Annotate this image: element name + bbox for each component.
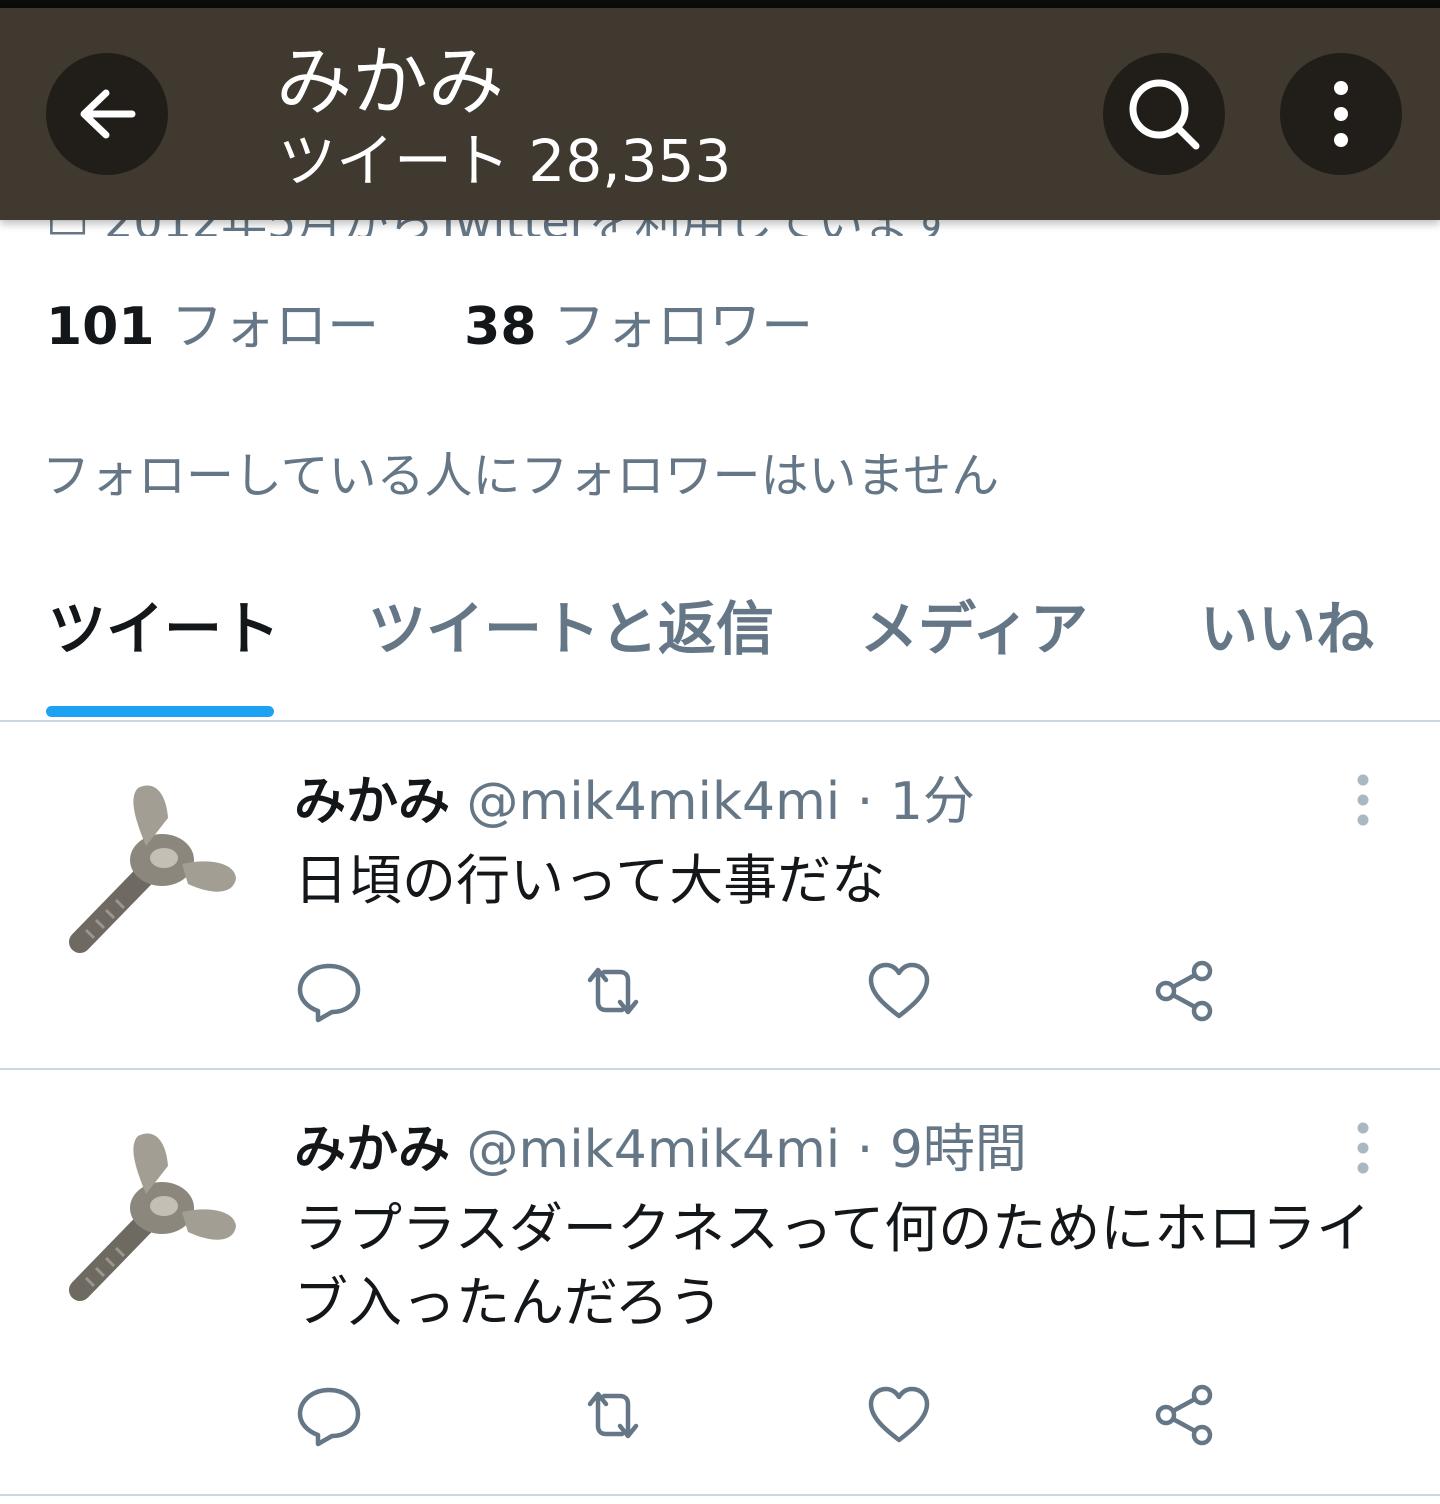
tweet-menu-icon[interactable]	[1340, 770, 1386, 830]
tweet-count: ツイート 28,353	[278, 127, 732, 195]
tab-tweets-and-replies[interactable]: ツイートと返信	[368, 594, 774, 664]
like-icon[interactable]	[864, 956, 934, 1026]
avatar[interactable]	[58, 1120, 248, 1310]
tab-media[interactable]: メディア	[860, 594, 1088, 664]
active-tab-indicator	[46, 706, 274, 717]
retweet-icon[interactable]	[578, 956, 648, 1026]
reply-icon[interactable]	[294, 1380, 364, 1450]
profile-name-title: みかみ	[276, 37, 504, 126]
app-bar: みかみ ツイート 28,353	[0, 8, 1440, 220]
search-button[interactable]	[1103, 53, 1225, 175]
tweet-text: ラプラスダークネスって何のためにホロライブ入ったんだろう	[294, 1197, 1371, 1334]
back-arrow-icon	[80, 89, 136, 139]
more-vertical-icon	[1334, 81, 1348, 147]
tweet-handle-time: @mik4mik4mi · 1分	[466, 772, 975, 832]
followers-you-know: フォローしている人にフォロワーはいません	[42, 448, 1000, 504]
tweet-author-name[interactable]: みかみ	[294, 1120, 450, 1180]
avatar[interactable]	[58, 772, 248, 962]
share-icon[interactable]	[1150, 956, 1220, 1026]
following-link[interactable]: 101 フォロー	[46, 297, 396, 357]
more-options-button[interactable]	[1280, 53, 1402, 175]
tweet-header: みかみ @mik4mik4mi · 9時間	[294, 1114, 1027, 1186]
search-icon	[1129, 79, 1200, 150]
share-icon[interactable]	[1150, 1380, 1220, 1450]
tweet-handle-time: @mik4mik4mi · 9時間	[466, 1120, 1027, 1180]
back-button[interactable]	[46, 53, 168, 175]
tweet-author-name[interactable]: みかみ	[294, 772, 450, 832]
profile-tabs: ツイート ツイートと返信 メディア いいね	[0, 580, 1440, 720]
wing-bolt-image	[69, 785, 236, 953]
tab-tweets[interactable]: ツイート	[48, 594, 280, 664]
tweet-menu-icon[interactable]	[1340, 1118, 1386, 1178]
tweet[interactable]: みかみ @mik4mik4mi · 1分 日頃の行いって大事だな	[0, 722, 1440, 1068]
wing-bolt-image	[69, 1133, 236, 1301]
like-icon[interactable]	[864, 1380, 934, 1450]
tab-likes[interactable]: いいね	[1200, 594, 1374, 664]
followers-link[interactable]: 38 フォロワー	[464, 297, 813, 357]
follow-stats: 101 フォロー 38 フォロワー	[46, 292, 813, 362]
tweet-text: 日頃の行いって大事だな	[294, 849, 886, 912]
retweet-icon[interactable]	[578, 1380, 648, 1450]
divider	[0, 1494, 1440, 1496]
status-strip	[0, 0, 1440, 8]
followers-label: フォロワー	[553, 297, 814, 357]
following-count: 101	[46, 297, 155, 357]
reply-icon[interactable]	[294, 956, 364, 1026]
followers-count: 38	[464, 297, 537, 357]
following-label: フォロー	[171, 297, 380, 357]
tweet[interactable]: みかみ @mik4mik4mi · 9時間 ラプラスダークネスって何のためにホロ…	[0, 1070, 1440, 1494]
tweet-header: みかみ @mik4mik4mi · 1分	[294, 766, 975, 838]
